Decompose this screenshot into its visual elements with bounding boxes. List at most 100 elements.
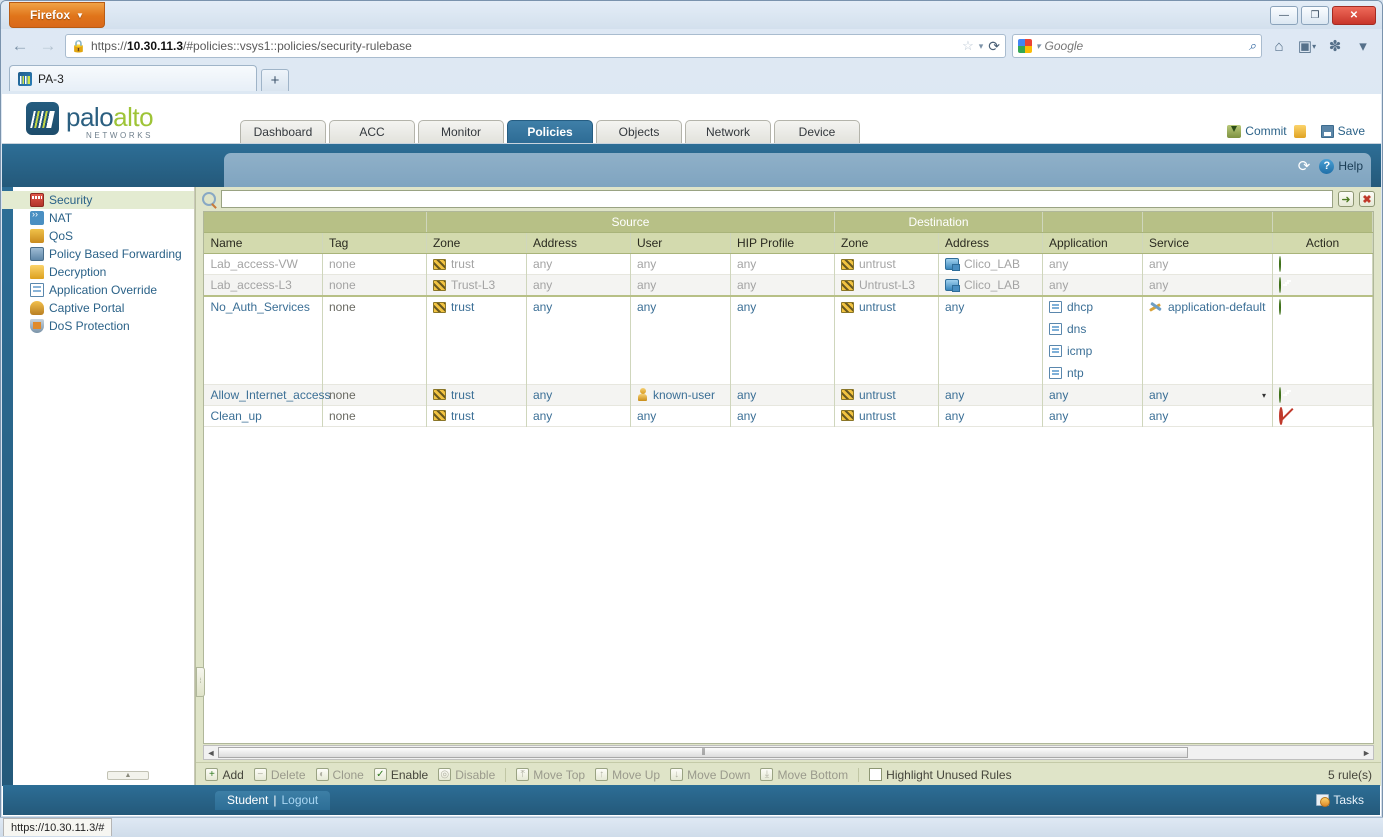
cell-action[interactable] <box>1272 274 1373 296</box>
col-user[interactable]: User <box>630 232 731 254</box>
home-icon[interactable]: ⌂ <box>1268 35 1290 57</box>
cell-source-zone[interactable]: trust <box>426 405 527 426</box>
cell-source-zone[interactable]: trust <box>426 296 527 384</box>
tab-dashboard[interactable]: Dashboard <box>240 120 326 143</box>
cell-tag[interactable]: none <box>322 274 427 296</box>
move-top-button[interactable]: ⤒ Move Top <box>516 768 585 782</box>
cell-user[interactable]: any <box>630 296 731 384</box>
cell-action[interactable] <box>1272 253 1373 275</box>
col-source-zone[interactable]: Zone <box>426 232 527 254</box>
apply-filter-button[interactable]: ➜ <box>1338 191 1354 207</box>
col-service[interactable]: Service <box>1142 232 1273 254</box>
col-tag[interactable]: Tag <box>322 232 427 254</box>
cell-tag[interactable]: none <box>322 405 427 426</box>
cell-user[interactable]: known-user <box>630 384 731 405</box>
scroll-right-arrow-icon[interactable]: ► <box>1360 748 1373 758</box>
forward-button[interactable]: → <box>37 35 59 57</box>
cell-source-address[interactable]: any <box>526 405 631 426</box>
cell-dest-zone[interactable]: untrust <box>834 405 939 426</box>
sidebar-item-policy-based-forwarding[interactable]: Policy Based Forwarding <box>2 245 194 263</box>
cell-hip-profile[interactable]: any <box>730 405 835 426</box>
cell-service[interactable]: any <box>1142 253 1273 275</box>
cell-source-zone[interactable]: Trust-L3 <box>426 274 527 296</box>
cell-dest-address[interactable]: any <box>938 405 1044 426</box>
browser-tab-pa-3[interactable]: PA-3 <box>9 65 257 91</box>
cell-hip-profile[interactable]: any <box>730 274 835 296</box>
cell-dest-address[interactable]: Clico_LAB <box>938 253 1044 275</box>
maximize-button[interactable]: ❐ <box>1301 6 1329 25</box>
tab-acc[interactable]: ACC <box>329 120 415 143</box>
cell-source-zone[interactable]: trust <box>426 253 527 275</box>
move-down-button[interactable]: ↓ Move Down <box>670 768 750 782</box>
cell-user[interactable]: any <box>630 274 731 296</box>
cell-service[interactable]: application-default <box>1142 296 1273 384</box>
cell-user[interactable]: any <box>630 405 731 426</box>
cell-application[interactable]: any <box>1042 274 1143 296</box>
cell-tag[interactable]: none <box>322 253 427 275</box>
cell-dest-address[interactable]: any <box>938 296 1044 384</box>
cell-source-address[interactable]: any <box>526 384 631 405</box>
cell-dest-zone[interactable]: untrust <box>834 253 939 275</box>
back-button[interactable]: ← <box>9 35 31 57</box>
cell-user[interactable]: any <box>630 253 731 275</box>
add-button[interactable]: + Add <box>205 768 244 782</box>
tab-device[interactable]: Device <box>774 120 860 143</box>
cell-source-address[interactable]: any <box>526 274 631 296</box>
cell-name[interactable]: Allow_Internet_access <box>204 384 331 405</box>
col-hip-profile[interactable]: HIP Profile <box>730 232 835 254</box>
delete-button[interactable]: − Delete <box>253 768 306 782</box>
cell-application[interactable]: any <box>1042 405 1143 426</box>
cell-hip-profile[interactable]: any <box>730 296 835 384</box>
sidebar-item-application-override[interactable]: Application Override <box>2 281 194 299</box>
minimize-button[interactable]: — <box>1270 6 1298 25</box>
sidebar-item-qos[interactable]: QoS <box>2 227 194 245</box>
cell-name[interactable]: Clean_up <box>204 405 323 426</box>
save-button[interactable]: Save <box>1320 124 1365 138</box>
commit-button[interactable]: Commit <box>1227 124 1287 138</box>
sidebar-item-security[interactable]: Security <box>2 191 195 209</box>
tab-objects[interactable]: Objects <box>596 120 682 143</box>
sidebar-collapse-handle[interactable]: ▲ <box>107 771 149 780</box>
cell-application[interactable]: dhcp dns icmp ntp <box>1042 296 1143 384</box>
scroll-left-arrow-icon[interactable]: ◄ <box>204 748 217 758</box>
cell-service[interactable]: any <box>1142 274 1273 296</box>
cell-service[interactable]: any ▾ <box>1142 384 1273 405</box>
cell-dest-zone[interactable]: Untrust-L3 <box>834 274 939 296</box>
cell-hip-profile[interactable]: any <box>730 253 835 275</box>
sidebar-item-decryption[interactable]: Decryption <box>2 263 194 281</box>
highlight-unused-rules-checkbox[interactable] <box>869 768 883 781</box>
table-row[interactable]: Lab_access-L3 none Trust-L3 any any any … <box>204 274 1373 296</box>
cell-action[interactable] <box>1272 384 1373 405</box>
cell-tag[interactable]: none <box>322 384 427 405</box>
table-row[interactable]: Clean_up none trust any any any untrust … <box>204 405 1373 426</box>
cell-dest-zone[interactable]: untrust <box>834 384 939 405</box>
chevron-down-icon[interactable]: ▾ <box>1036 41 1041 52</box>
col-dest-address[interactable]: Address <box>938 232 1044 254</box>
filter-input[interactable] <box>221 190 1333 208</box>
col-dest-zone[interactable]: Zone <box>834 232 939 254</box>
chevron-down-icon[interactable]: ▾ <box>979 41 984 52</box>
cell-dest-zone[interactable]: untrust <box>834 296 939 384</box>
disable-button[interactable]: ◎ Disable <box>438 768 495 782</box>
cell-service[interactable]: any <box>1142 405 1273 426</box>
cell-name[interactable]: Lab_access-L3 <box>204 274 323 296</box>
col-action[interactable]: Action <box>1272 232 1373 254</box>
search-bar[interactable]: ▾ Google ⌕ <box>1012 34 1262 58</box>
close-button[interactable]: ✕ <box>1332 6 1376 25</box>
tab-network[interactable]: Network <box>685 120 771 143</box>
chevron-down-icon[interactable]: ▾ <box>1262 391 1266 400</box>
tab-monitor[interactable]: Monitor <box>418 120 504 143</box>
logout-link[interactable]: Logout <box>282 793 319 807</box>
refresh-icon[interactable]: ⟳ <box>1298 157 1311 175</box>
lock-icon[interactable] <box>1293 124 1306 138</box>
sidebar-item-dos-protection[interactable]: DoS Protection <box>2 317 194 335</box>
firefox-menu-button[interactable]: Firefox ▼ <box>9 2 105 28</box>
sidebar-item-captive-portal[interactable]: Captive Portal <box>2 299 194 317</box>
cell-name[interactable]: Lab_access-VW <box>204 253 323 275</box>
cell-application[interactable]: any <box>1042 253 1143 275</box>
reload-icon[interactable]: ⟳ <box>988 38 1000 55</box>
bookmark-star-icon[interactable]: ☆ <box>962 38 974 54</box>
tasks-button[interactable]: Tasks <box>1316 793 1364 807</box>
enable-button[interactable]: ✓ Enable <box>373 768 428 782</box>
cell-action[interactable] <box>1272 405 1373 426</box>
